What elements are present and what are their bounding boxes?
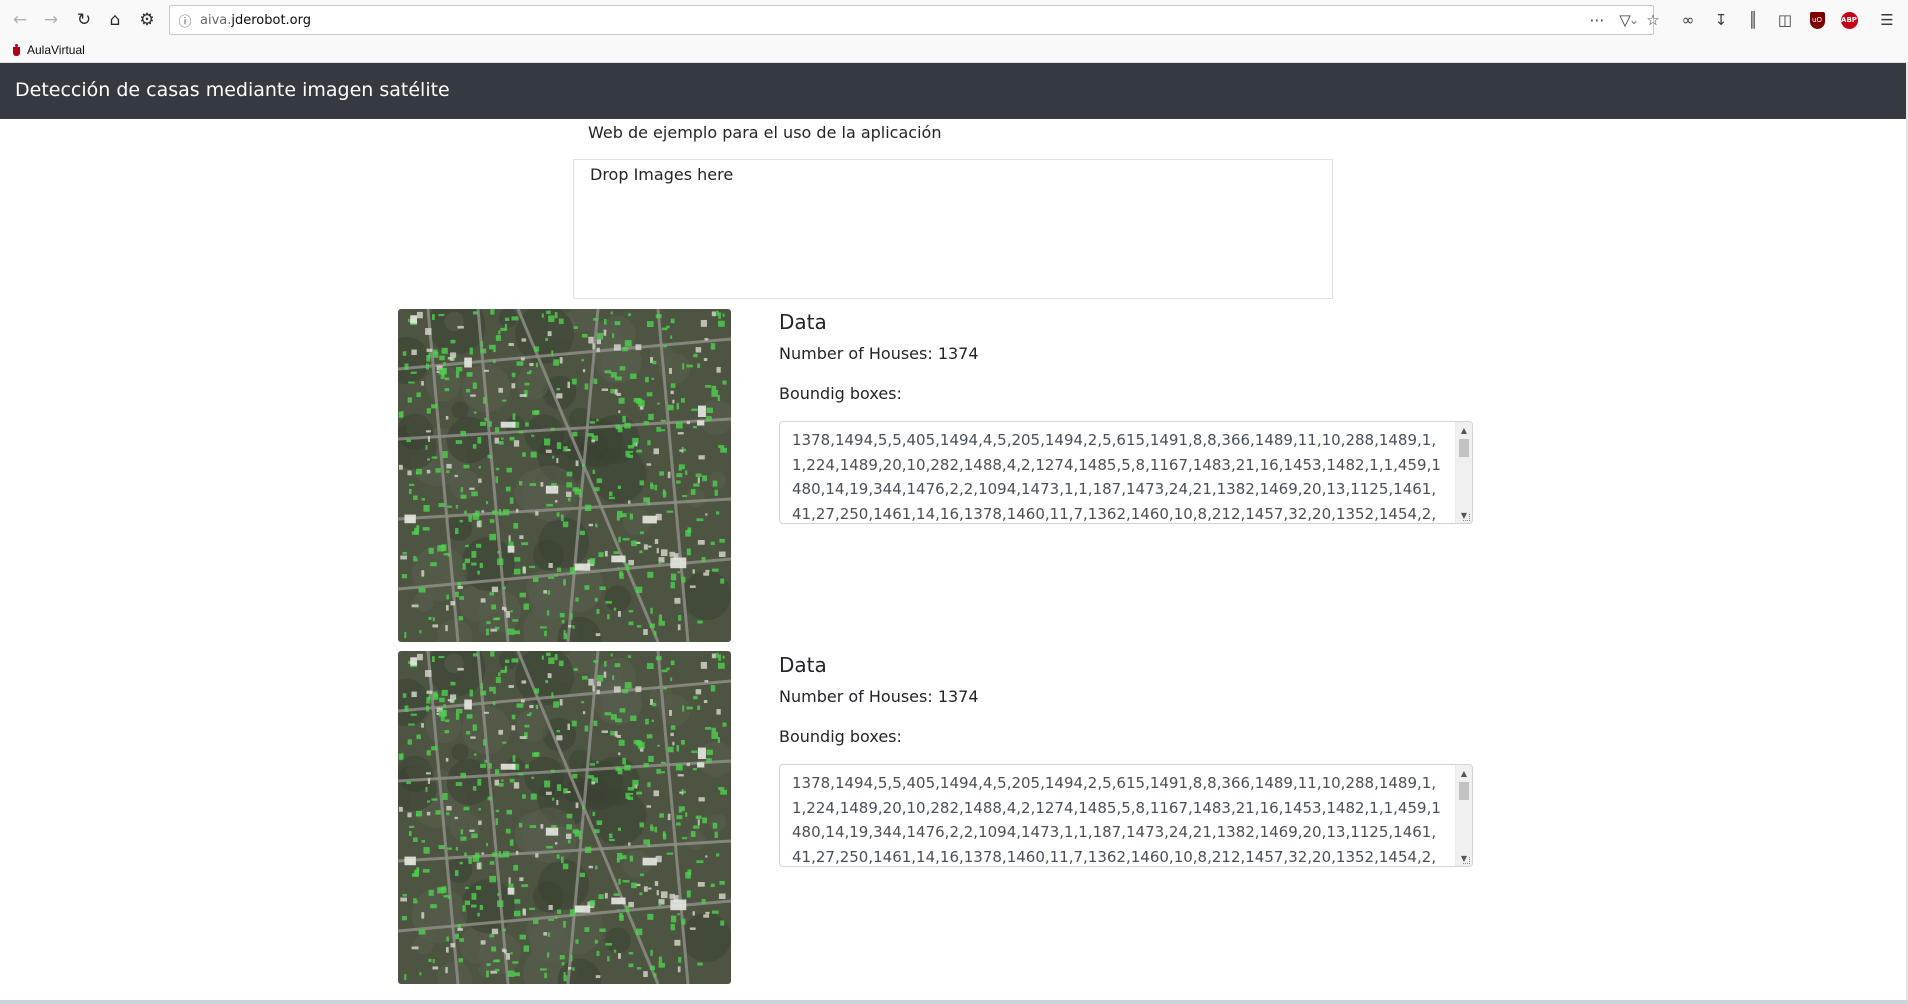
sidebar-icon[interactable]: ◫ — [1773, 8, 1797, 32]
bounding-boxes-text: 1378,1494,5,5,405,1494,4,5,205,1494,2,5,… — [792, 774, 1441, 866]
result-title: Data — [779, 310, 827, 334]
menu-hamburger-icon[interactable]: ☰ — [1875, 8, 1899, 32]
navbar-title[interactable]: Detección de casas mediante imagen satél… — [15, 79, 450, 101]
scroll-thumb[interactable] — [1459, 782, 1469, 800]
downloads-icon[interactable]: ↧ — [1709, 8, 1733, 32]
dropzone-label: Drop Images here — [590, 165, 734, 184]
bounding-boxes-text: 1378,1494,5,5,405,1494,4,5,205,1494,2,5,… — [792, 431, 1441, 523]
library-icon[interactable]: ║ — [1741, 8, 1765, 32]
forward-arrow-icon[interactable]: → — [38, 7, 64, 33]
ublock-icon[interactable]: uO — [1805, 8, 1829, 32]
house-count: Number of Houses: 1374 — [779, 687, 979, 706]
url-text: aiva.jderobot.org — [200, 12, 312, 28]
resize-grip-icon[interactable] — [1463, 857, 1470, 864]
bookmarks-toolbar: AulaVirtual — [0, 40, 1908, 63]
university-favicon-icon — [12, 43, 21, 57]
scroll-up-icon[interactable]: ▲ — [1456, 765, 1472, 781]
bounding-boxes-textarea[interactable]: 1378,1494,5,5,405,1494,4,5,205,1494,2,5,… — [779, 764, 1473, 867]
textarea-scrollbar[interactable]: ▲ ▼ — [1455, 765, 1472, 866]
browser-toolbar: ← → ↻ ⌂ ⚙ ⓘ aiva.jderobot.org ⌄ ⋯ ▽ ☆ ∞ … — [0, 0, 1908, 40]
extension-gear-icon[interactable]: ⚙ — [134, 7, 160, 33]
adblock-plus-icon[interactable]: ABP — [1837, 8, 1861, 32]
more-actions-icon[interactable]: ⋯ — [1585, 8, 1609, 32]
bookmark-star-icon[interactable]: ☆ — [1641, 8, 1665, 32]
bounding-boxes-label: Boundig boxes: — [779, 727, 902, 746]
result-title: Data — [779, 653, 827, 677]
reload-icon[interactable]: ↻ — [71, 7, 97, 33]
reader-glasses-icon[interactable]: ∞ — [1676, 8, 1700, 32]
window-bottom-edge — [0, 1000, 1908, 1004]
intro-text: Web de ejemplo para el uso de la aplicac… — [588, 123, 942, 142]
resize-grip-icon[interactable] — [1463, 514, 1470, 521]
bookmark-label: AulaVirtual — [27, 43, 85, 57]
page-navbar: Detección de casas mediante imagen satél… — [0, 63, 1908, 119]
textarea-scrollbar[interactable]: ▲ ▼ — [1455, 422, 1472, 523]
bounding-boxes-label: Boundig boxes: — [779, 384, 902, 403]
satellite-image — [398, 309, 731, 642]
pocket-icon[interactable]: ▽ — [1613, 8, 1637, 32]
bookmark-aulavirtual[interactable]: AulaVirtual — [12, 43, 85, 57]
house-count: Number of Houses: 1374 — [779, 344, 979, 363]
url-bar[interactable]: ⓘ aiva.jderobot.org ⌄ — [169, 5, 1654, 35]
satellite-image — [398, 651, 731, 984]
home-icon[interactable]: ⌂ — [102, 7, 128, 33]
scroll-up-icon[interactable]: ▲ — [1456, 422, 1472, 438]
scroll-thumb[interactable] — [1459, 439, 1469, 457]
bounding-boxes-textarea[interactable]: 1378,1494,5,5,405,1494,4,5,205,1494,2,5,… — [779, 421, 1473, 524]
info-icon[interactable]: ⓘ — [170, 11, 200, 30]
back-arrow-icon[interactable]: ← — [7, 7, 33, 33]
image-dropzone[interactable]: Drop Images here — [573, 159, 1333, 299]
